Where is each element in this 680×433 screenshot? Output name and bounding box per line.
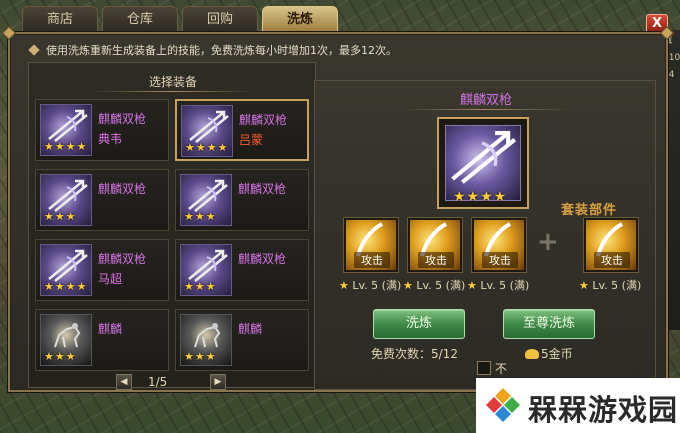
- star-rating: ★★★: [184, 280, 217, 293]
- selected-weapon-slot: ★★★★: [437, 117, 529, 209]
- qilin-mount-icon: ★★★: [40, 314, 92, 366]
- star-rating: ★★★★: [185, 141, 229, 154]
- star-rating: ★★★: [44, 350, 77, 363]
- cost-text: 5金币: [541, 347, 573, 361]
- star-icon: ★: [403, 279, 413, 292]
- part-tag: 攻击: [418, 252, 454, 268]
- supreme-refine-button[interactable]: 至尊洗炼: [503, 309, 595, 339]
- set-part-slot[interactable]: 攻击: [343, 217, 399, 273]
- set-part-slot[interactable]: 攻击: [471, 217, 527, 273]
- item-owner: 马超: [98, 272, 123, 286]
- equipment-list-panel: 选择装备 ★★★★ 麒麟双枪 典韦 ★★★★ 麒麟双枪 吕蒙 ★★★ 麒麟双枪: [28, 62, 316, 388]
- spear-icon: ★★★: [40, 174, 92, 226]
- watermark-text: 槑槑游戏园: [528, 393, 679, 427]
- equipment-slot[interactable]: ★★★ 麒麟双枪: [175, 169, 309, 231]
- part-level-text: Lv. 5 (满): [480, 279, 530, 292]
- equipment-slot[interactable]: ★★★ 麒麟双枪: [35, 169, 169, 231]
- arrow-left-icon[interactable]: ◀: [116, 374, 132, 390]
- part-level-text: Lv. 5 (满): [592, 279, 642, 292]
- equipment-slot[interactable]: ★★★★ 麒麟双枪 马超: [35, 239, 169, 301]
- part-level: ★ Lv. 5 (满): [339, 277, 401, 293]
- spear-icon: ★★★★: [40, 104, 92, 156]
- star-icon: ★: [467, 279, 477, 292]
- tab-refine[interactable]: 洗炼: [262, 6, 338, 32]
- spear-icon: ★★★: [180, 174, 232, 226]
- part-level: ★ Lv. 5 (满): [579, 277, 641, 293]
- item-name: 麒麟: [98, 322, 123, 336]
- item-name: 麒麟双枪: [238, 182, 287, 196]
- tab-buyback[interactable]: 回购: [182, 6, 258, 32]
- set-part-slot[interactable]: 攻击: [583, 217, 639, 273]
- star-rating: ★★★★: [44, 280, 88, 293]
- page-indicator: 1/5: [148, 375, 168, 389]
- spear-icon: ★★★: [180, 244, 232, 296]
- qilin-mount-icon: ★★★: [180, 314, 232, 366]
- part-tag: 攻击: [594, 252, 630, 268]
- bullet-icon: [28, 44, 40, 56]
- equipment-slot[interactable]: ★★★★ 麒麟双枪 典韦: [35, 99, 169, 161]
- item-name: 麒麟双枪: [238, 252, 287, 266]
- item-name: 麒麟双枪: [239, 113, 288, 127]
- tab-shop[interactable]: 商店: [22, 6, 98, 32]
- star-rating: ★★★: [184, 210, 217, 223]
- part-level: ★ Lv. 5 (满): [403, 277, 465, 293]
- weapon-name: 麒麟双枪: [459, 93, 512, 108]
- title-divider: [401, 109, 571, 110]
- gold-ingot-icon: [525, 349, 539, 359]
- part-tag: 攻击: [482, 252, 518, 268]
- tab-bar: 商店 仓库 回购 洗炼: [22, 6, 338, 32]
- site-watermark: 槑槑游戏园: [476, 378, 680, 433]
- instruction-text: 使用洗炼重新生成装备上的技能，免费洗炼每小时增加1次，最多12次。: [28, 42, 397, 58]
- equipment-slot[interactable]: ★★★ 麒麟双枪: [175, 239, 309, 301]
- star-rating: ★★★★: [44, 140, 88, 153]
- part-level-text: Lv. 5 (满): [416, 279, 466, 292]
- instruction-label: 使用洗炼重新生成装备上的技能，免费洗炼每小时增加1次，最多12次。: [46, 44, 397, 57]
- free-count: 免费次数：5/12: [371, 347, 458, 361]
- item-owner: 吕蒙: [239, 133, 264, 147]
- item-name: 麒麟双枪: [98, 112, 147, 126]
- star-icon: ★: [339, 279, 349, 292]
- star-rating: ★★★: [44, 210, 77, 223]
- checkbox-label: 不: [495, 362, 508, 376]
- set-parts-title: 套装部件: [561, 203, 618, 218]
- refine-button[interactable]: 洗炼: [373, 309, 465, 339]
- tab-warehouse[interactable]: 仓库: [102, 6, 178, 32]
- watermark-logo-icon: [486, 388, 520, 422]
- part-level: ★ Lv. 5 (满): [467, 277, 529, 293]
- arrow-right-icon[interactable]: ▶: [210, 374, 226, 390]
- plus-icon: +: [537, 227, 559, 257]
- cost-display: 5金币: [525, 345, 573, 362]
- equipment-slot-selected[interactable]: ★★★★ 麒麟双枪 吕蒙: [175, 99, 309, 161]
- star-rating: ★★★★: [453, 189, 508, 205]
- equipment-slot[interactable]: ★★★ 麒麟: [175, 309, 309, 371]
- item-name: 麒麟: [238, 322, 263, 336]
- star-rating: ★★★: [184, 350, 217, 363]
- equipment-slot[interactable]: ★★★ 麒麟: [35, 309, 169, 371]
- spear-icon: ★★★★: [40, 244, 92, 296]
- part-tag: 攻击: [354, 252, 390, 268]
- set-part-slot[interactable]: 攻击: [407, 217, 463, 273]
- equipment-list-title: 选择装备: [148, 75, 197, 89]
- item-name: 麒麟双枪: [98, 252, 147, 266]
- part-level-text: Lv. 5 (满): [352, 279, 402, 292]
- item-name: 麒麟双枪: [98, 182, 147, 196]
- refine-detail-panel: 麒麟双枪 ★★★★ 套装部件 攻击 攻击 攻击 + 攻击 ★ Lv. 5 (满)…: [314, 80, 656, 390]
- spear-icon: ★★★★: [181, 105, 233, 157]
- title-divider: [91, 91, 255, 92]
- item-owner: 典韦: [98, 132, 123, 146]
- auto-checkbox[interactable]: [477, 361, 491, 375]
- refine-window: 使用洗炼重新生成装备上的技能，免费洗炼每小时增加1次，最多12次。 选择装备 ★…: [1, 25, 675, 392]
- star-icon: ★: [579, 279, 589, 292]
